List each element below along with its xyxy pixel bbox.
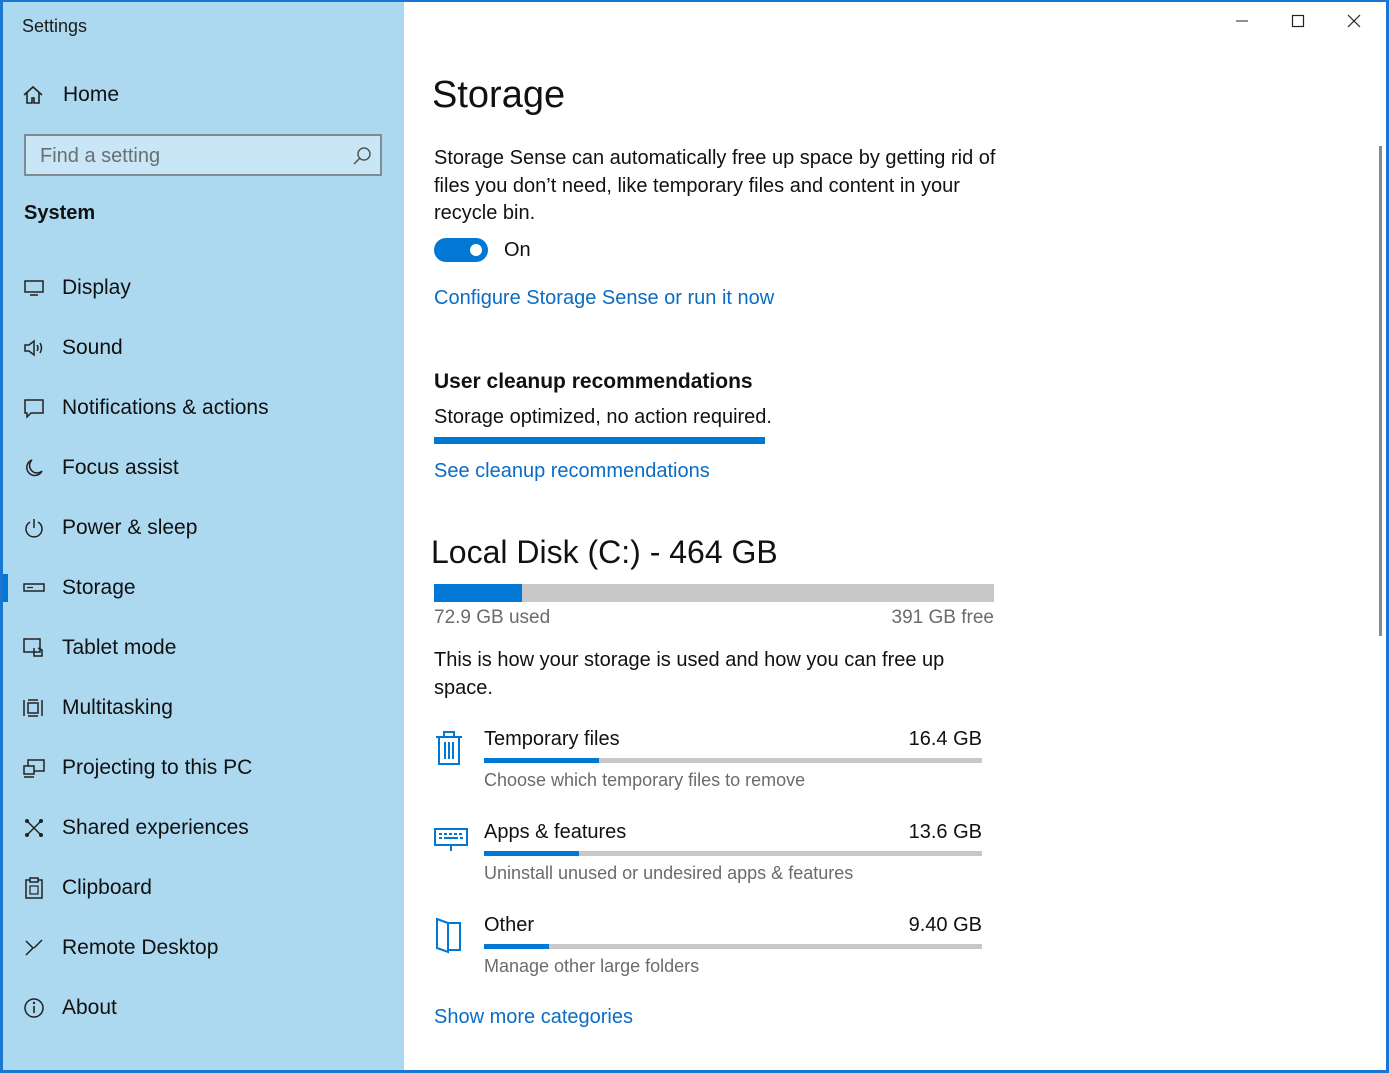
usage-description: This is how your storage is used and how… [434,649,945,699]
sidebar-item-label: Tablet mode [62,636,177,659]
category-hint: Manage other large folders [484,956,700,976]
sidebar-item-display[interactable]: Display [0,258,404,318]
category-bar-fill [484,851,579,856]
cleanup-status-bar [434,437,765,444]
disk-usage-bar [434,584,994,602]
projector-icon [22,756,46,780]
clipboard-icon [22,876,46,900]
storage-sense-toggle-row: On [434,238,531,262]
app-title: Settings [22,16,88,36]
search-input[interactable]: Find a setting [24,134,382,176]
search-placeholder: Find a setting [40,145,161,167]
category-name: Other [484,914,535,936]
home-link[interactable]: Home [22,80,119,110]
category-bar [484,758,982,763]
message-icon [22,396,46,420]
toggle-knob [470,244,482,256]
speaker-icon [22,336,46,360]
main-content: Storage Storage Sense can automatically … [404,0,1389,1073]
folder-icon [434,916,464,954]
sidebar-item-shared-experiences[interactable]: Shared experiences [0,798,404,858]
sidebar-item-power-sleep[interactable]: Power & sleep [0,498,404,558]
configure-storage-sense-link[interactable]: Configure Storage Sense or run it now [434,287,774,310]
sidebar-item-label: Display [62,276,131,299]
cleanup-heading: User cleanup recommendations [434,370,753,393]
toggle-state-label: On [504,238,531,261]
drive-icon [22,576,46,600]
trash-icon [434,730,464,766]
multitask-icon [22,696,46,720]
sidebar-item-label: About [62,996,117,1019]
tablet-icon [22,636,46,660]
sidebar-item-label: Remote Desktop [62,936,219,959]
category-name: Apps & features [484,821,627,843]
disk-usage-fill [434,584,522,602]
monitor-icon [22,276,46,300]
sidebar-item-clipboard[interactable]: Clipboard [0,858,404,918]
category-other[interactable]: Other 9.40 GB Manage other large folders [434,914,994,994]
sidebar-item-notifications[interactable]: Notifications & actions [0,378,404,438]
category-size: 9.40 GB [908,914,982,936]
disk-used-label: 72.9 GB used [434,607,551,628]
category-bar-fill [484,758,599,763]
storage-sense-description: Storage Sense can automatically free up … [434,147,996,224]
category-size: 13.6 GB [908,821,982,843]
disk-title: Local Disk (C:) - 464 GB [431,534,778,570]
sidebar: Settings Home Find a setting System Disp… [0,0,404,1073]
sidebar-item-label: Projecting to this PC [62,756,253,779]
page-title: Storage [432,74,566,116]
sidebar-item-focus-assist[interactable]: Focus assist [0,438,404,498]
disk-free-label: 391 GB free [891,607,994,628]
sidebar-item-label: Power & sleep [62,516,198,539]
show-more-categories-link[interactable]: Show more categories [434,1006,633,1029]
sidebar-item-label: Multitasking [62,696,173,719]
category-temporary-files[interactable]: Temporary files 16.4 GB Choose which tem… [434,728,994,808]
remote-icon [22,936,46,960]
category-hint: Choose which temporary files to remove [484,770,806,790]
sidebar-item-label: Shared experiences [62,816,249,839]
category-bar [484,944,982,949]
sidebar-item-remote-desktop[interactable]: Remote Desktop [0,918,404,978]
sidebar-nav: Display Sound Notifications & actions Fo… [0,258,404,1038]
sidebar-item-storage[interactable]: Storage [0,558,404,618]
shared-icon [22,816,46,840]
sidebar-item-projecting[interactable]: Projecting to this PC [0,738,404,798]
category-apps-features[interactable]: Apps & features 13.6 GB Uninstall unused… [434,821,994,901]
sidebar-item-sound[interactable]: Sound [0,318,404,378]
keyboard-monitor-icon [434,823,468,859]
home-label: Home [63,83,120,106]
search-icon[interactable] [352,146,372,171]
sidebar-item-label: Sound [62,336,123,359]
sidebar-item-tablet-mode[interactable]: Tablet mode [0,618,404,678]
moon-icon [22,456,46,480]
category-size: 16.4 GB [908,728,982,750]
category-bar [484,851,982,856]
info-icon [22,996,46,1020]
cleanup-status: Storage optimized, no action required. [434,406,772,428]
power-icon [22,516,46,540]
home-icon [22,84,48,106]
category-hint: Uninstall unused or undesired apps & fea… [484,863,854,883]
sidebar-item-label: Focus assist [62,456,179,479]
sidebar-item-label: Clipboard [62,876,152,899]
sidebar-item-label: Storage [62,576,136,599]
category-bar-fill [484,944,549,949]
category-name: Temporary files [484,728,620,750]
sidebar-item-multitasking[interactable]: Multitasking [0,678,404,738]
storage-sense-toggle[interactable] [434,238,488,262]
section-label: System [24,202,96,224]
sidebar-item-about[interactable]: About [0,978,404,1038]
see-cleanup-recommendations-link[interactable]: See cleanup recommendations [434,460,710,483]
sidebar-item-label: Notifications & actions [62,396,269,419]
